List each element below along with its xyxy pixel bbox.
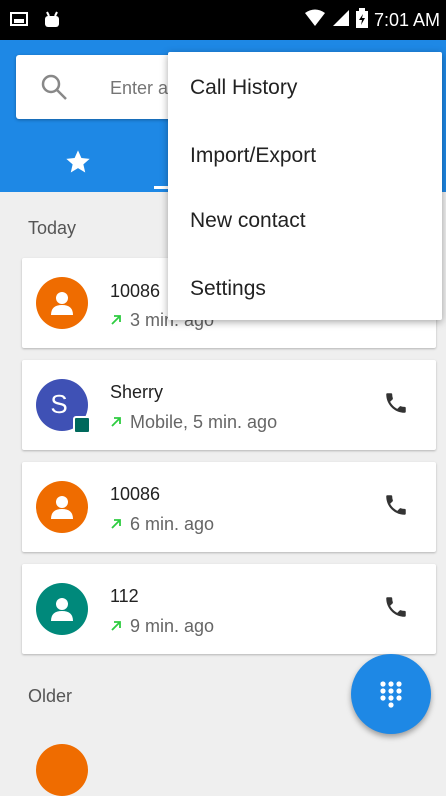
call-time: 9 min. ago (130, 616, 215, 636)
call-log-item[interactable]: 112 9 min. ago (22, 564, 436, 654)
call-time: 6 min. ago (130, 514, 215, 534)
signal-icon (332, 9, 350, 32)
section-older: Older (28, 686, 73, 706)
caller-name: 10086 (110, 484, 161, 504)
outgoing-call-icon (110, 412, 122, 433)
call-detail: 6 min. ago (110, 514, 214, 535)
avatar[interactable]: S (36, 379, 91, 434)
battery-icon (355, 8, 368, 33)
menu-item-import-export[interactable]: Import/Export (190, 144, 316, 168)
outgoing-call-icon (110, 616, 122, 637)
menu-item-call-history[interactable]: Call History (190, 76, 297, 100)
caller-name: 10086 (110, 281, 161, 301)
outgoing-call-icon (110, 514, 122, 535)
avatar[interactable] (36, 277, 88, 329)
call-button[interactable] (376, 385, 416, 425)
call-detail: Mobile, 5 min. ago (110, 412, 277, 433)
caller-name: Sherry (110, 382, 164, 402)
clock: 7:01 AM (373, 10, 440, 30)
phone-icon (383, 390, 409, 421)
avatar[interactable] (36, 583, 88, 635)
person-icon (51, 598, 73, 621)
person-icon (51, 292, 73, 315)
call-time: Mobile, 5 min. ago (130, 412, 278, 432)
person-icon (51, 496, 73, 519)
avatar[interactable] (36, 481, 88, 533)
menu-item-new-contact[interactable]: New contact (190, 209, 306, 233)
call-log-item[interactable]: S Sherry Mobile, 5 min. ago (22, 360, 436, 450)
dialpad-button[interactable] (351, 654, 431, 734)
wifi-icon (304, 9, 326, 32)
android-notification-icon (42, 10, 62, 33)
screenshot-notification-icon (10, 10, 28, 33)
outgoing-call-icon (110, 310, 122, 331)
status-bar: 7:01 AM (0, 0, 446, 40)
section-today: Today (28, 218, 77, 238)
phone-icon (383, 492, 409, 523)
sim-badge-icon (73, 416, 91, 434)
phone-icon (383, 594, 409, 625)
call-detail: 9 min. ago (110, 616, 214, 637)
call-button[interactable] (376, 589, 416, 629)
call-log-item[interactable]: 10086 6 min. ago (22, 462, 436, 552)
call-button[interactable] (376, 487, 416, 527)
avatar[interactable] (36, 744, 88, 796)
caller-name: 112 (110, 586, 139, 606)
search-icon (40, 73, 68, 106)
menu-item-settings[interactable]: Settings (190, 277, 266, 301)
overflow-menu: Call History Import/Export New contact S… (168, 52, 442, 320)
tab-favorites[interactable] (48, 140, 108, 186)
